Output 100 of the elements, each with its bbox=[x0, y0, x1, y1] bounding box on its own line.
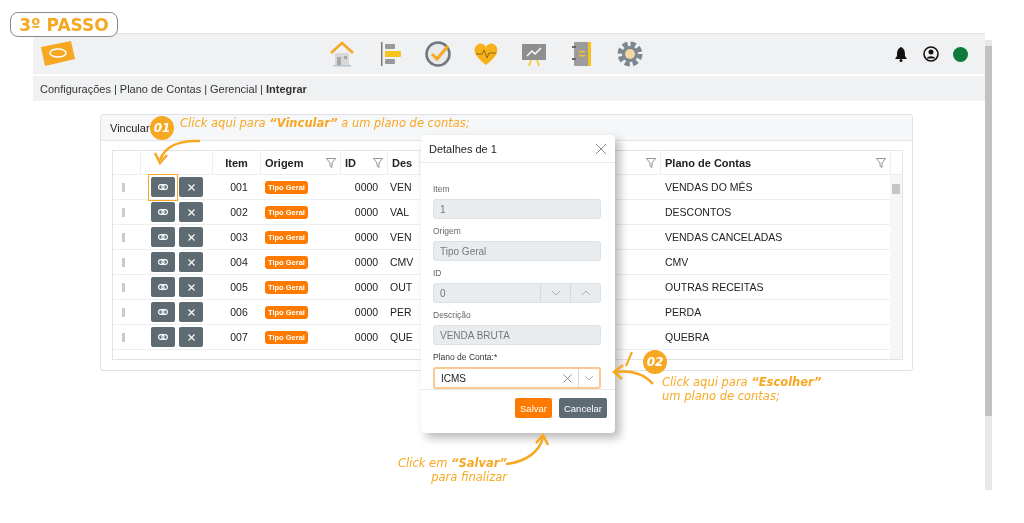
breadcrumb-link[interactable]: Plano de Contas bbox=[119, 82, 202, 95]
table-cell-text: CMV bbox=[664, 256, 689, 268]
drag-handle[interactable] bbox=[122, 282, 125, 292]
remove-button[interactable] bbox=[179, 252, 203, 272]
link-icon bbox=[157, 183, 168, 190]
table-cell-text: OUT bbox=[389, 281, 413, 293]
table-cell-text: PERDA bbox=[664, 306, 702, 318]
logo-icon[interactable] bbox=[39, 41, 77, 67]
table-cell-text: 003 bbox=[229, 231, 248, 243]
breadcrumb-link[interactable]: Integrar bbox=[265, 82, 307, 95]
breadcrumb-separator: | bbox=[204, 82, 207, 95]
breadcrumb-separator: | bbox=[260, 82, 263, 95]
drag-handle[interactable] bbox=[122, 182, 125, 192]
breadcrumb-link[interactable]: Gerencial bbox=[210, 82, 258, 95]
remove-button[interactable] bbox=[179, 277, 203, 297]
remove-button[interactable] bbox=[179, 202, 203, 222]
table-cell-text: 0000 bbox=[353, 231, 379, 243]
field-label: Plano de Conta:* bbox=[433, 352, 499, 364]
drag-handle[interactable] bbox=[122, 232, 125, 242]
remove-button[interactable] bbox=[179, 227, 203, 247]
filter-icon[interactable] bbox=[646, 157, 656, 168]
field-label: Origem bbox=[433, 226, 462, 238]
column-header[interactable]: Origem bbox=[265, 156, 304, 169]
cross-icon bbox=[187, 333, 195, 341]
table-cell-text: VEN bbox=[389, 181, 412, 193]
column-header[interactable]: Plano de Contas bbox=[665, 156, 876, 169]
link-button[interactable] bbox=[150, 251, 175, 272]
scrollbar[interactable] bbox=[985, 40, 992, 490]
table-scrollbar[interactable] bbox=[890, 175, 902, 359]
table-cell-text: 0000 bbox=[353, 206, 379, 218]
close-button[interactable] bbox=[595, 142, 607, 155]
table-cell-text: 006 bbox=[229, 306, 248, 318]
remove-button[interactable] bbox=[179, 177, 203, 197]
instruction-text: Click aqui para “Escolher” um plano de contas; bbox=[662, 375, 822, 403]
chevron-down-icon[interactable] bbox=[550, 290, 561, 296]
table-cell-text: 002 bbox=[229, 206, 248, 218]
step-number: 02 bbox=[643, 350, 667, 374]
drag-handle[interactable] bbox=[122, 207, 125, 217]
select-field[interactable]: ICMS bbox=[433, 367, 601, 389]
filter-icon[interactable] bbox=[876, 157, 886, 168]
column-header[interactable]: Item bbox=[225, 156, 248, 169]
input-field[interactable]: 1 bbox=[433, 199, 601, 219]
remove-button[interactable] bbox=[179, 302, 203, 322]
clear-icon[interactable] bbox=[562, 373, 572, 383]
filter-icon[interactable] bbox=[373, 157, 383, 168]
input-field[interactable]: VENDA BRUTA bbox=[433, 325, 601, 345]
table-cell-text: CMV bbox=[389, 256, 414, 268]
field-label: Item bbox=[433, 184, 451, 196]
table-cell-text: OUTRAS RECEITAS bbox=[664, 281, 764, 293]
link-button[interactable] bbox=[150, 276, 175, 297]
dialog-title: Detalhes de 1 bbox=[429, 142, 497, 155]
step-badge: 3º PASSO bbox=[10, 12, 118, 37]
table-cell-text: VAL bbox=[389, 206, 410, 218]
field-label: Descrição bbox=[433, 310, 472, 322]
remove-button[interactable] bbox=[179, 327, 203, 347]
link-icon bbox=[157, 258, 168, 265]
link-icon bbox=[157, 333, 168, 340]
number-field[interactable]: 0 bbox=[433, 283, 601, 303]
column-header[interactable]: ID bbox=[345, 156, 356, 169]
table-cell-text: VEN bbox=[389, 231, 412, 243]
table-cell-text: 0000 bbox=[353, 281, 379, 293]
breadcrumb-link[interactable]: Configurações bbox=[40, 82, 111, 95]
input-field[interactable]: Tipo Geral bbox=[433, 241, 601, 261]
heart-pulse-icon[interactable] bbox=[472, 40, 500, 68]
link-button[interactable] bbox=[150, 201, 175, 222]
bell-icon[interactable] bbox=[893, 46, 909, 62]
table-cell-text: QUEBRA bbox=[664, 331, 710, 343]
cross-icon bbox=[187, 308, 195, 316]
table-cell-text: QUE bbox=[389, 331, 413, 343]
table-cell-text: PER bbox=[389, 306, 412, 318]
table-cell-text: VENDAS CANCELADAS bbox=[664, 231, 783, 243]
panel-title: Vincular bbox=[110, 121, 150, 134]
status-dot bbox=[953, 46, 968, 62]
link-icon bbox=[157, 233, 168, 240]
cross-icon bbox=[187, 183, 195, 191]
drag-handle[interactable] bbox=[122, 332, 125, 342]
drag-handle[interactable] bbox=[122, 257, 125, 267]
cancel-button[interactable]: Cancelar bbox=[558, 398, 607, 418]
table-cell-text: VENDAS DO MÊS bbox=[664, 181, 753, 193]
drag-handle[interactable] bbox=[122, 307, 125, 317]
table-cell-text: 007 bbox=[229, 331, 248, 343]
filter-icon[interactable] bbox=[326, 157, 336, 168]
link-icon bbox=[157, 283, 168, 290]
link-icon bbox=[157, 308, 168, 315]
table-cell-text: 001 bbox=[229, 181, 248, 193]
table-cell-text: 0000 bbox=[353, 256, 379, 268]
chevron-up-icon[interactable] bbox=[580, 290, 591, 296]
link-button[interactable] bbox=[150, 326, 175, 347]
clock-check-icon[interactable] bbox=[424, 40, 452, 68]
link-button[interactable] bbox=[150, 301, 175, 322]
table-cell-text: 0000 bbox=[353, 331, 379, 343]
column-header[interactable]: Des bbox=[392, 156, 415, 169]
chevron-down-icon[interactable] bbox=[584, 375, 594, 381]
house-icon[interactable] bbox=[328, 40, 356, 68]
link-button[interactable] bbox=[150, 226, 175, 247]
cross-icon bbox=[187, 258, 195, 266]
user-icon[interactable] bbox=[923, 46, 939, 62]
cross-icon bbox=[187, 233, 195, 241]
cross-icon bbox=[187, 208, 195, 216]
settings-icon[interactable] bbox=[616, 40, 644, 68]
